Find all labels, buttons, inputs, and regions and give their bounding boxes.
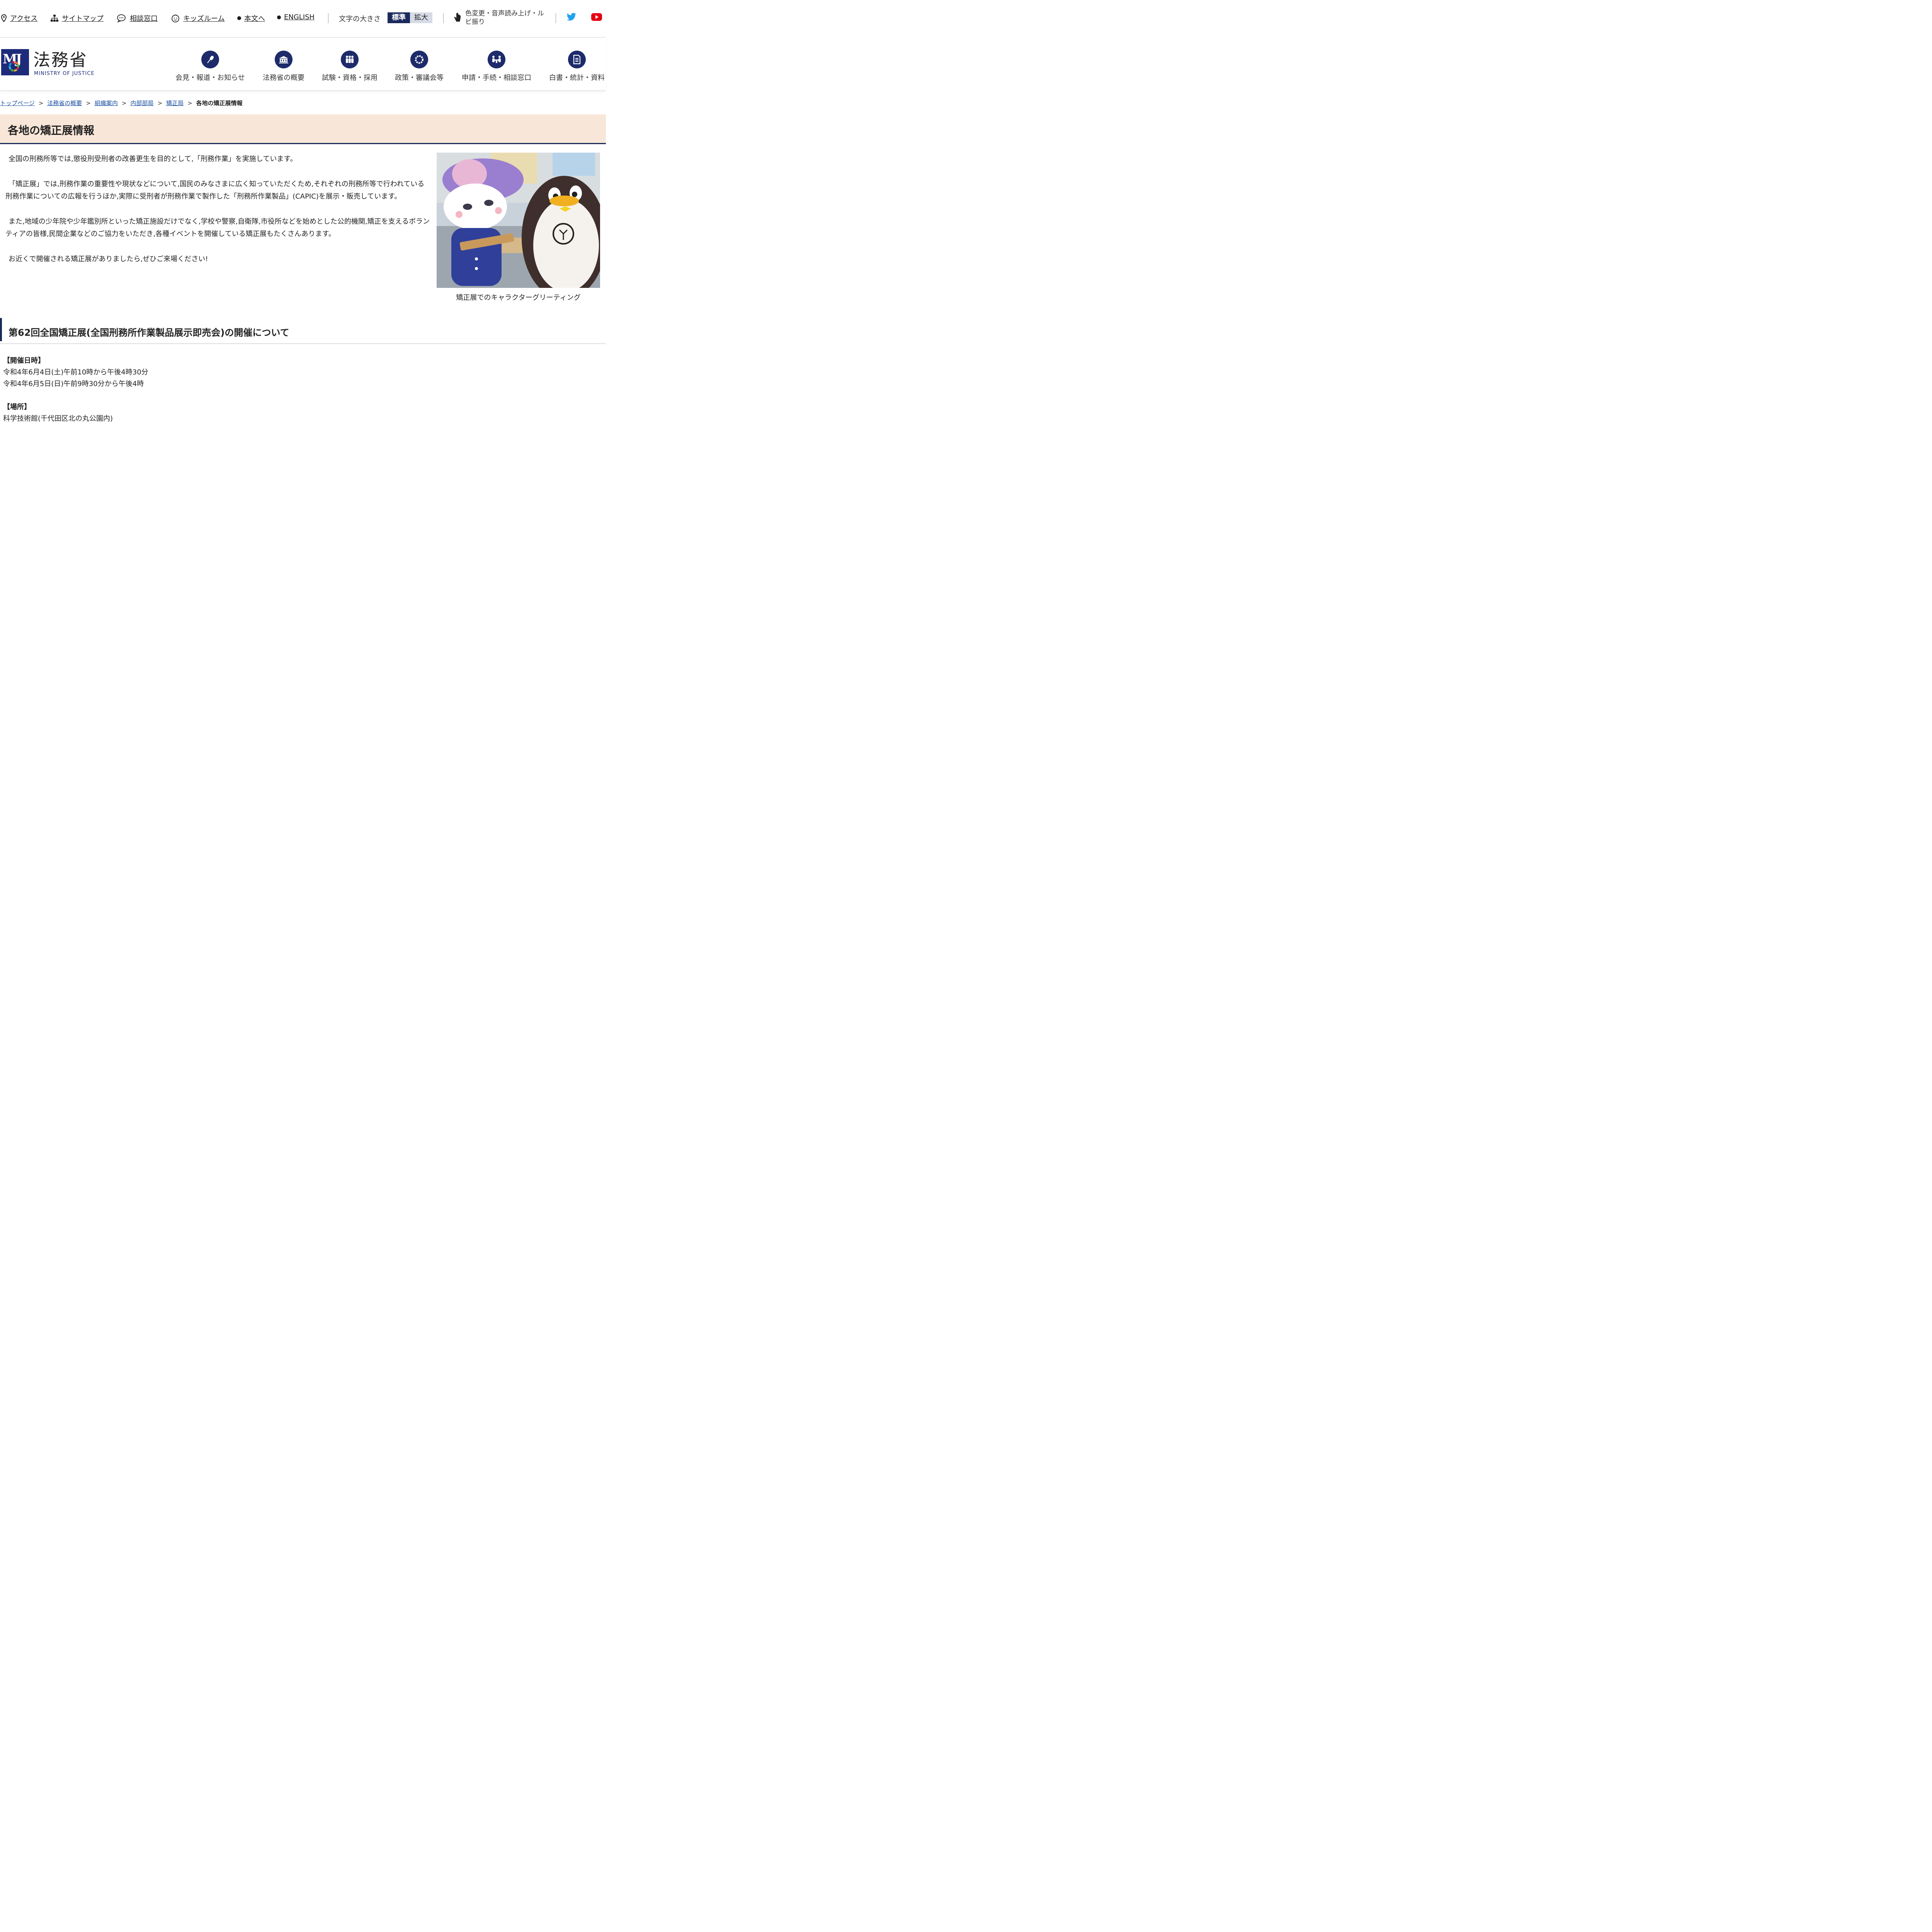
breadcrumb-overview[interactable]: 法務省の概要 (47, 100, 82, 107)
breadcrumb-separator: > (86, 100, 91, 107)
intro-paragraph: また,地域の少年院や少年鑑別所といった矯正施設だけでなく,学校や警察,自衛隊,市… (5, 218, 430, 238)
utility-bar: アクセス サイトマップ 相談窓口 キッズルーム 本文へ ENGLISH 文字の大… (0, 0, 606, 37)
bullet-icon (237, 16, 241, 20)
breadcrumb-organization[interactable]: 組織案内 (95, 100, 118, 107)
date-label: 【開催日時】 (3, 357, 45, 365)
event-info: 【開催日時】 令和4年6月4日(土)午前10時から午後4時30分 令和4年6月5… (3, 355, 148, 425)
breadcrumb-separator: > (187, 100, 192, 107)
accessibility-tools-label[interactable]: 色変更・音声読み上げ・ルビ振り (465, 9, 550, 26)
nav-exams[interactable]: 試験・資格・採用 (321, 51, 379, 82)
twitter-link[interactable] (566, 13, 577, 23)
english-link[interactable]: ENGLISH (277, 13, 315, 21)
breadcrumb-correction-bureau[interactable]: 矯正局 (166, 100, 184, 107)
nav-procedures-label: 申請・手続・相談窓口 (462, 74, 531, 82)
sitemap-link-label[interactable]: サイトマップ (62, 13, 104, 23)
nav-overview-label: 法務省の概要 (263, 74, 304, 82)
intro-paragraph: 全国の刑務所等では,懲役刑受刑者の改善更生を目的として,「刑務作業」を実施してい… (9, 155, 297, 163)
nav-policy[interactable]: 政策・審議会等 (394, 51, 445, 82)
nav-reports[interactable]: 白書・統計・資料 (548, 51, 605, 82)
event-place: 科学技術館(千代田区北の丸公園内) (3, 415, 113, 423)
divider (443, 13, 444, 23)
ring-icon (410, 51, 428, 68)
access-link-label[interactable]: アクセス (10, 13, 37, 23)
sitemap-link[interactable]: サイトマップ (50, 13, 104, 23)
font-size-standard-button[interactable]: 標準 (388, 12, 410, 23)
intro-paragraph: お近くで開催される矯正展がありましたら,ぜひご来場ください! (9, 255, 208, 263)
nav-procedures[interactable]: 申請・手続・相談窓口 (460, 51, 533, 82)
nav-reports-label: 白書・統計・資料 (549, 74, 605, 82)
access-link[interactable]: アクセス (1, 13, 37, 23)
accessibility-hand-icon (454, 12, 461, 22)
ministry-logo-mark[interactable]: MJ (1, 49, 29, 75)
twitter-icon (566, 13, 576, 21)
site-header: MJ 法務省 MINISTRY OF JUSTICE 会見・報道・お知らせ 法務… (0, 37, 606, 90)
section-heading: 第62回全国矯正展(全国刑務所作業製品展示即売会)の開催について (0, 318, 606, 344)
kids-link-label[interactable]: キッズルーム (183, 13, 224, 23)
section-heading-text: 第62回全国矯正展(全国刑務所作業製品展示即売会)の開催について (9, 327, 289, 338)
place-label: 【場所】 (3, 403, 31, 411)
skip-to-main-label[interactable]: 本文へ (244, 13, 265, 23)
document-icon (568, 51, 586, 68)
nav-overview[interactable]: 法務省の概要 (261, 51, 306, 82)
ministry-logo-text[interactable]: 法務省 (33, 46, 88, 71)
location-pin-icon (1, 14, 7, 22)
page-title-bar: 各地の矯正展情報 (0, 114, 606, 144)
skip-to-main-link[interactable]: 本文へ (237, 13, 265, 23)
breadcrumb-current: 各地の矯正展情報 (196, 100, 243, 107)
nav-policy-label: 政策・審議会等 (395, 74, 444, 82)
character-illustration (437, 153, 600, 288)
sdgs-ring-icon (9, 61, 19, 72)
ministry-logo-english[interactable]: MINISTRY OF JUSTICE (34, 71, 95, 77)
breadcrumb-internal-bureaus[interactable]: 内部部局 (130, 100, 153, 107)
photo-caption: 矯正展でのキャラクターグリーティング (456, 294, 581, 302)
breadcrumb-top[interactable]: トップページ (0, 100, 35, 107)
chat-bubble-icon (117, 14, 126, 22)
breadcrumb: トップページ > 法務省の概要 > 組織案内 > 内部部局 > 矯正局 > 各地の矯正展情報 (0, 99, 243, 107)
section-heading-accent (0, 318, 2, 341)
nav-press-label: 会見・報道・お知らせ (175, 74, 245, 82)
youtube-icon (591, 13, 602, 21)
sitemap-icon (51, 15, 58, 22)
nav-exams-label: 試験・資格・採用 (322, 74, 378, 82)
kids-link[interactable]: キッズルーム (171, 13, 224, 23)
english-link-label[interactable]: ENGLISH (284, 13, 315, 21)
intro-paragraph: 「矯正展」では,刑務作業の重要性や現状などについて,国民のみなさまに広く知ってい… (5, 180, 425, 201)
font-size-large-button[interactable]: 拡大 (410, 12, 432, 23)
breadcrumb-separator: > (38, 100, 44, 107)
people-icon (341, 51, 359, 68)
event-date: 令和4年6月4日(土)午前10時から午後4時30分 (3, 368, 148, 376)
consult-link[interactable]: 相談窓口 (117, 13, 158, 23)
meeting-icon (488, 51, 505, 68)
page-title: 各地の矯正展情報 (8, 124, 95, 137)
character-greeting-photo (437, 153, 600, 288)
microphone-icon (201, 51, 219, 68)
consult-link-label[interactable]: 相談窓口 (130, 13, 158, 23)
font-size-label: 文字の大きさ (339, 15, 381, 23)
event-date: 令和4年6月5日(日)午前9時30分から午後4時 (3, 380, 144, 388)
kids-face-icon (172, 14, 179, 22)
intro-text: 全国の刑務所等では,懲役刑受刑者の改善更生を目的として,「刑務作業」を実施してい… (5, 153, 430, 278)
youtube-link[interactable] (591, 13, 602, 23)
bullet-icon (277, 15, 281, 19)
building-icon (275, 51, 293, 68)
breadcrumb-separator: > (157, 100, 163, 107)
nav-press[interactable]: 会見・報道・お知らせ (174, 51, 247, 82)
breadcrumb-separator: > (121, 100, 127, 107)
